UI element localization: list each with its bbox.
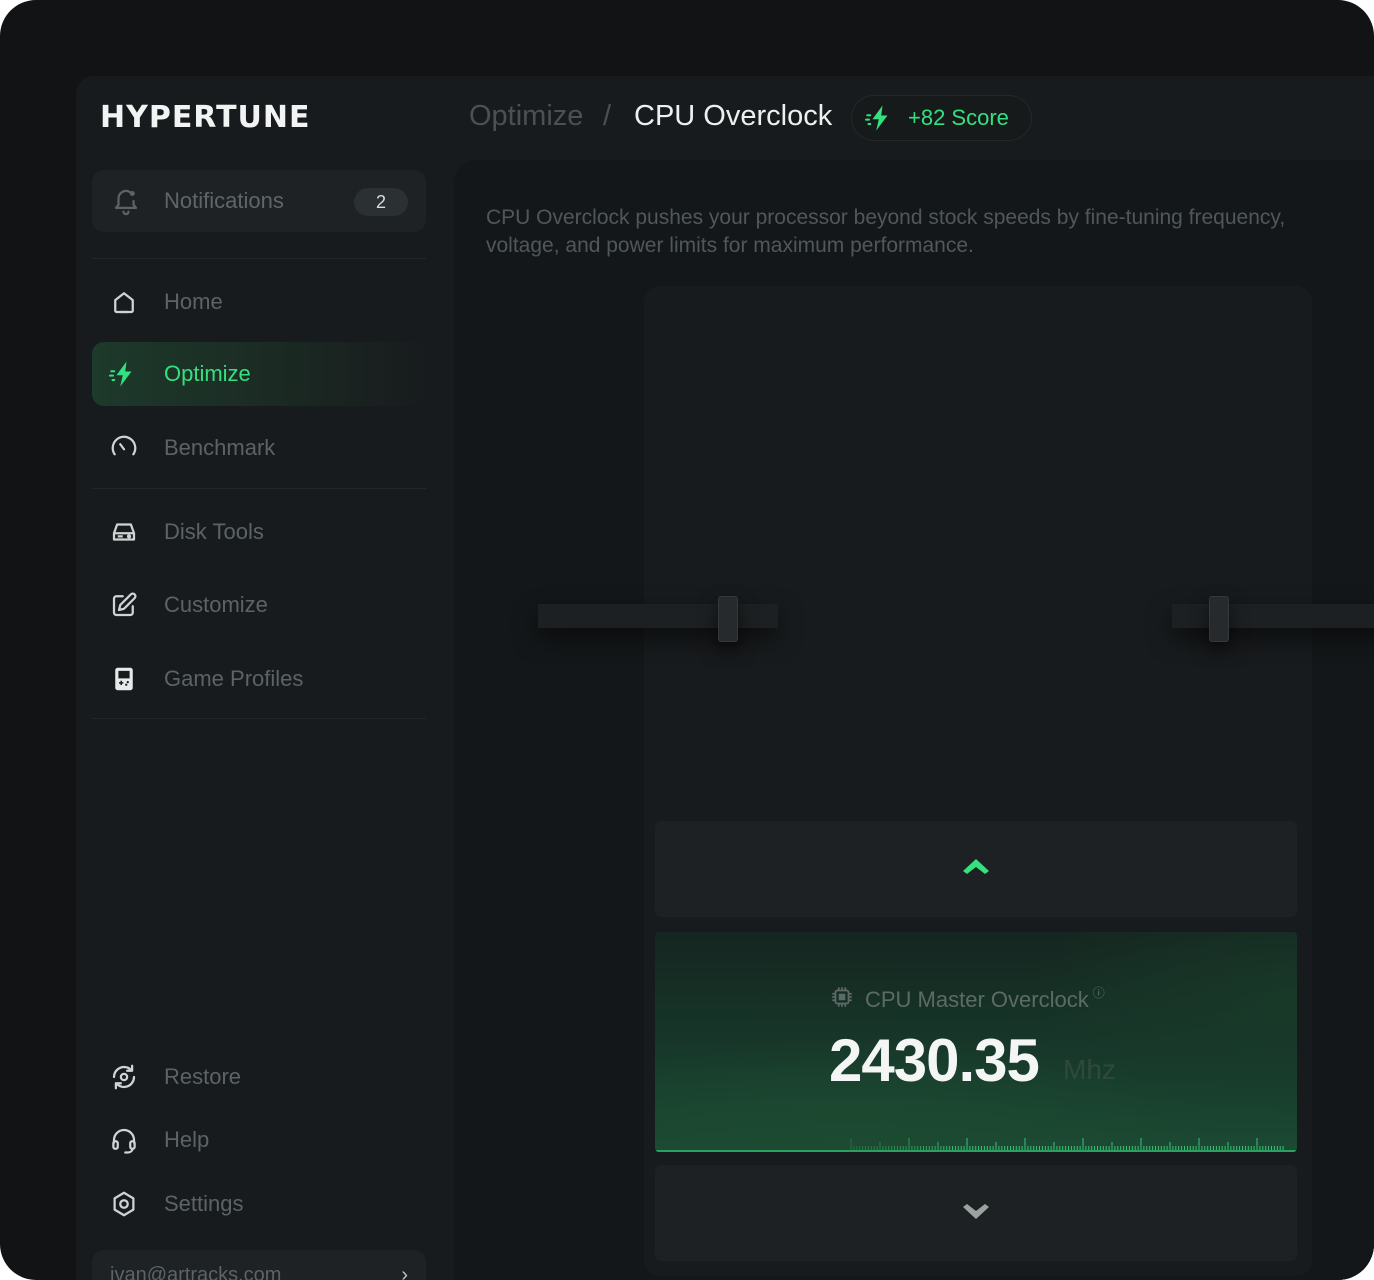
sidebar-item-disk-tools[interactable]: Disk Tools bbox=[92, 500, 426, 564]
increase-button[interactable] bbox=[655, 821, 1297, 917]
readout-title-row: CPU Master Overclock ⓘ bbox=[829, 984, 1105, 1015]
chevron-down-icon bbox=[961, 1202, 991, 1225]
chip-icon bbox=[829, 984, 855, 1015]
sidebar-item-label: Game Profiles bbox=[164, 666, 304, 691]
score-badge: +82 Score bbox=[851, 95, 1032, 141]
chevron-right-icon: › bbox=[401, 1264, 408, 1280]
readout-unit: Mhz bbox=[1063, 1054, 1116, 1085]
slider-track-left bbox=[538, 604, 778, 628]
sidebar-item-label: Disk Tools bbox=[164, 519, 264, 544]
sidebar-item-label: Help bbox=[164, 1127, 210, 1152]
sidebar-item-label: Home bbox=[164, 289, 223, 314]
readout-value: 2430.35 bbox=[829, 1027, 1040, 1094]
home-icon bbox=[108, 286, 140, 318]
edit-icon bbox=[108, 589, 140, 621]
bell-icon bbox=[110, 185, 142, 217]
slider-track-right bbox=[1172, 604, 1374, 628]
readout-title: CPU Master Overclock bbox=[865, 986, 1089, 1012]
notifications-label: Notifications bbox=[164, 188, 284, 213]
sidebar-item-label: Optimize bbox=[164, 361, 251, 386]
sidebar-item-settings[interactable]: Settings bbox=[92, 1172, 426, 1236]
frequency-ruler bbox=[655, 1138, 1297, 1152]
device-frame: HYPERTUNE Notifications 2 Home Optimize … bbox=[0, 0, 1374, 1280]
gear-icon bbox=[108, 1188, 140, 1220]
sidebar-item-game-profiles[interactable]: Game Profiles bbox=[92, 647, 426, 711]
headset-icon bbox=[108, 1124, 140, 1156]
bolt-icon bbox=[864, 102, 896, 134]
slider-handle-right[interactable] bbox=[1209, 596, 1229, 642]
sidebar-item-benchmark[interactable]: Benchmark bbox=[92, 416, 426, 480]
sidebar-item-customize[interactable]: Customize bbox=[92, 573, 426, 637]
sidebar-item-label: Restore bbox=[164, 1064, 242, 1089]
restore-icon bbox=[108, 1061, 140, 1093]
sidebar-item-optimize[interactable]: Optimize bbox=[92, 342, 426, 406]
decrease-button[interactable] bbox=[655, 1165, 1297, 1261]
page-description: CPU Overclock pushes your processor beyo… bbox=[486, 206, 1286, 257]
page-title: CPU Overclock bbox=[634, 100, 833, 132]
sidebar-item-home[interactable]: Home bbox=[92, 270, 426, 334]
bolt-icon bbox=[108, 358, 140, 390]
user-email: ivan@artracks.com bbox=[110, 1264, 282, 1280]
info-icon[interactable]: ⓘ bbox=[1093, 984, 1105, 1001]
sidebar-item-label: Customize bbox=[164, 592, 268, 617]
breadcrumb-parent-link[interactable]: Optimize bbox=[469, 100, 583, 133]
sidebar-divider bbox=[92, 258, 426, 259]
gauge-icon bbox=[108, 432, 140, 464]
slider-handle-left[interactable] bbox=[718, 596, 738, 642]
breadcrumb-separator: / bbox=[603, 100, 612, 132]
gamepad-icon bbox=[108, 663, 140, 695]
cpu-readout-panel: CPU Master Overclock ⓘ 2430.35 Mhz bbox=[655, 932, 1297, 1152]
user-account-button[interactable]: ivan@artracks.com › bbox=[92, 1250, 426, 1280]
disk-icon bbox=[108, 516, 140, 548]
sidebar-divider bbox=[92, 488, 426, 489]
chevron-up-icon bbox=[961, 858, 991, 881]
sidebar-divider bbox=[92, 718, 426, 719]
sidebar-item-label: Settings bbox=[164, 1191, 244, 1216]
sidebar-item-label: Benchmark bbox=[164, 435, 276, 460]
notifications-button[interactable]: Notifications 2 bbox=[92, 170, 426, 232]
score-label: +82 Score bbox=[908, 105, 1009, 130]
app-logo: HYPERTUNE bbox=[100, 100, 311, 135]
sidebar-item-restore[interactable]: Restore bbox=[92, 1045, 426, 1109]
notifications-count-badge: 2 bbox=[354, 188, 408, 216]
sidebar-item-help[interactable]: Help bbox=[92, 1108, 426, 1172]
app-window: HYPERTUNE Notifications 2 Home Optimize … bbox=[76, 76, 1374, 1280]
